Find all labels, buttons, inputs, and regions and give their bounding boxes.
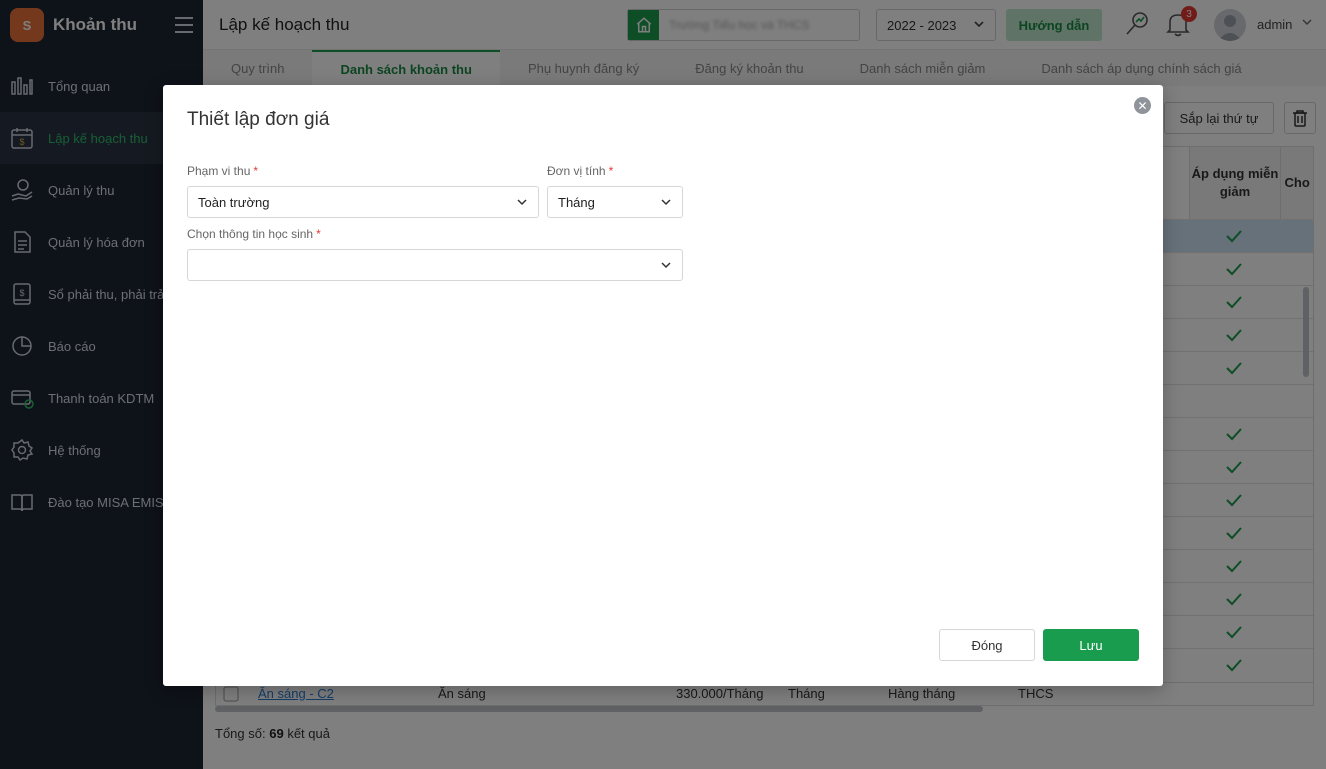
chevron-down-icon bbox=[660, 259, 672, 271]
scope-select[interactable]: Toàn trường bbox=[187, 186, 539, 218]
set-price-dialog: Thiết lập đơn giá ✕ Phạm vi thu * Toàn tr… bbox=[163, 85, 1163, 686]
student-info-label: Chọn thông tin học sinh * bbox=[187, 227, 321, 241]
save-button[interactable]: Lưu bbox=[1043, 629, 1139, 661]
chevron-down-icon bbox=[516, 196, 528, 208]
dialog-title: Thiết lập đơn giá bbox=[187, 109, 330, 130]
scope-label-text: Phạm vi thu bbox=[187, 164, 251, 178]
student-info-select[interactable] bbox=[187, 249, 683, 281]
close-icon[interactable]: ✕ bbox=[1134, 97, 1151, 114]
unit-value: Tháng bbox=[558, 194, 595, 210]
required-mark: * bbox=[608, 164, 614, 178]
close-button[interactable]: Đóng bbox=[939, 629, 1035, 661]
student-info-label-text: Chọn thông tin học sinh bbox=[187, 227, 314, 241]
scope-label: Phạm vi thu * bbox=[187, 164, 258, 178]
unit-select[interactable]: Tháng bbox=[547, 186, 683, 218]
required-mark: * bbox=[316, 227, 321, 241]
scope-value: Toàn trường bbox=[198, 194, 270, 210]
required-mark: * bbox=[253, 164, 259, 178]
chevron-down-icon bbox=[660, 196, 672, 208]
unit-label: Đơn vị tính * bbox=[547, 164, 613, 178]
unit-label-text: Đơn vị tính bbox=[547, 164, 606, 178]
